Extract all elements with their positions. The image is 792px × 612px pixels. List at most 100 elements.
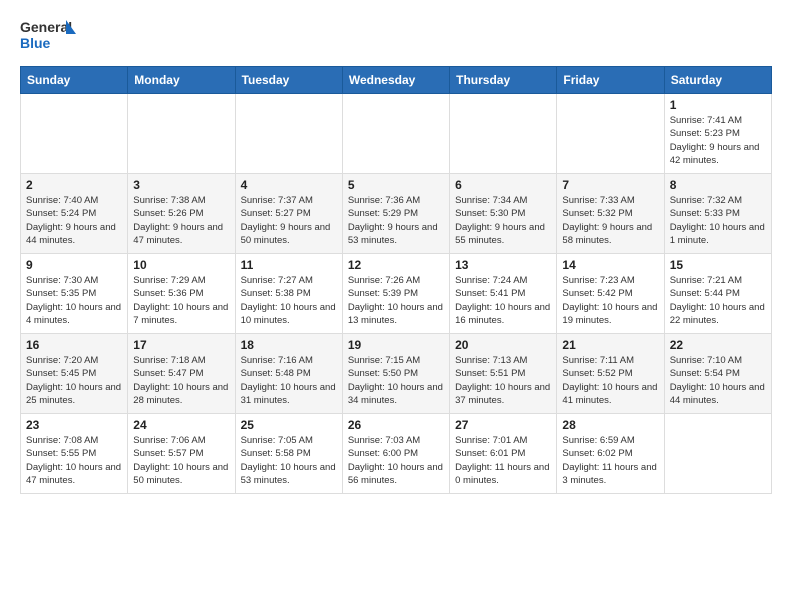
day-number: 2 — [26, 178, 122, 192]
day-info: Sunrise: 7:13 AM Sunset: 5:51 PM Dayligh… — [455, 354, 551, 407]
day-number: 27 — [455, 418, 551, 432]
day-number: 19 — [348, 338, 444, 352]
calendar-table: SundayMondayTuesdayWednesdayThursdayFrid… — [20, 66, 772, 494]
day-number: 1 — [670, 98, 766, 112]
day-number: 26 — [348, 418, 444, 432]
calendar-cell: 3 Sunrise: 7:38 AM Sunset: 5:26 PM Daylig… — [128, 174, 235, 254]
calendar-cell: 14 Sunrise: 7:23 AM Sunset: 5:42 PM Dayli… — [557, 254, 664, 334]
header-wednesday: Wednesday — [342, 67, 449, 94]
day-info: Sunrise: 7:01 AM Sunset: 6:01 PM Dayligh… — [455, 434, 551, 487]
header-friday: Friday — [557, 67, 664, 94]
calendar-cell: 12Sunrise: 7:26 AM Sunset: 5:39 PM Dayli… — [342, 254, 449, 334]
day-info: Sunrise: 7:33 AM Sunset: 5:32 PM Dayligh… — [562, 194, 658, 247]
day-number: 3 — [133, 178, 229, 192]
day-info: Sunrise: 7:30 AM Sunset: 5:35 PM Dayligh… — [26, 274, 122, 327]
calendar-cell: 4 Sunrise: 7:37 AM Sunset: 5:27 PM Daylig… — [235, 174, 342, 254]
calendar-cell: 10Sunrise: 7:29 AM Sunset: 5:36 PM Dayli… — [128, 254, 235, 334]
day-number: 20 — [455, 338, 551, 352]
calendar-cell — [21, 94, 128, 174]
day-number: 9 — [26, 258, 122, 272]
calendar-cell — [557, 94, 664, 174]
svg-text:Blue: Blue — [20, 35, 51, 51]
day-number: 17 — [133, 338, 229, 352]
calendar-cell: 17Sunrise: 7:18 AM Sunset: 5:47 PM Dayli… — [128, 334, 235, 414]
day-number: 16 — [26, 338, 122, 352]
week-row-5: 23 Sunrise: 7:08 AM Sunset: 5:55 PM Dayli… — [21, 414, 772, 494]
day-number: 15 — [670, 258, 766, 272]
day-info: Sunrise: 7:21 AM Sunset: 5:44 PM Dayligh… — [670, 274, 766, 327]
calendar-cell: 23 Sunrise: 7:08 AM Sunset: 5:55 PM Dayli… — [21, 414, 128, 494]
logo-svg: GeneralBlue — [20, 16, 80, 56]
day-info: Sunrise: 7:16 AM Sunset: 5:48 PM Dayligh… — [241, 354, 337, 407]
calendar-cell: 5 Sunrise: 7:36 AM Sunset: 5:29 PM Daylig… — [342, 174, 449, 254]
calendar-cell: 13 Sunrise: 7:24 AM Sunset: 5:41 PM Dayli… — [450, 254, 557, 334]
calendar-cell — [664, 414, 771, 494]
calendar-cell: 24 Sunrise: 7:06 AM Sunset: 5:57 PM Dayli… — [128, 414, 235, 494]
day-number: 22 — [670, 338, 766, 352]
calendar-cell: 18 Sunrise: 7:16 AM Sunset: 5:48 PM Dayli… — [235, 334, 342, 414]
header-thursday: Thursday — [450, 67, 557, 94]
calendar-cell: 8 Sunrise: 7:32 AM Sunset: 5:33 PM Daylig… — [664, 174, 771, 254]
day-number: 5 — [348, 178, 444, 192]
day-info: Sunrise: 7:34 AM Sunset: 5:30 PM Dayligh… — [455, 194, 551, 247]
calendar-cell — [235, 94, 342, 174]
week-row-1: 1 Sunrise: 7:41 AM Sunset: 5:23 PM Daylig… — [21, 94, 772, 174]
calendar-cell: 6 Sunrise: 7:34 AM Sunset: 5:30 PM Daylig… — [450, 174, 557, 254]
day-info: Sunrise: 6:59 AM Sunset: 6:02 PM Dayligh… — [562, 434, 658, 487]
day-info: Sunrise: 7:10 AM Sunset: 5:54 PM Dayligh… — [670, 354, 766, 407]
day-info: Sunrise: 7:41 AM Sunset: 5:23 PM Dayligh… — [670, 114, 766, 167]
calendar-body: 1 Sunrise: 7:41 AM Sunset: 5:23 PM Daylig… — [21, 94, 772, 494]
day-number: 24 — [133, 418, 229, 432]
calendar-cell: 2 Sunrise: 7:40 AM Sunset: 5:24 PM Daylig… — [21, 174, 128, 254]
day-number: 13 — [455, 258, 551, 272]
day-number: 6 — [455, 178, 551, 192]
calendar-cell: 28 Sunrise: 6:59 AM Sunset: 6:02 PM Dayli… — [557, 414, 664, 494]
day-info: Sunrise: 7:05 AM Sunset: 5:58 PM Dayligh… — [241, 434, 337, 487]
day-number: 28 — [562, 418, 658, 432]
week-row-3: 9 Sunrise: 7:30 AM Sunset: 5:35 PM Daylig… — [21, 254, 772, 334]
week-row-4: 16Sunrise: 7:20 AM Sunset: 5:45 PM Dayli… — [21, 334, 772, 414]
calendar-cell — [342, 94, 449, 174]
day-info: Sunrise: 7:36 AM Sunset: 5:29 PM Dayligh… — [348, 194, 444, 247]
day-number: 4 — [241, 178, 337, 192]
day-info: Sunrise: 7:23 AM Sunset: 5:42 PM Dayligh… — [562, 274, 658, 327]
header: GeneralBlue — [20, 16, 772, 56]
day-info: Sunrise: 7:38 AM Sunset: 5:26 PM Dayligh… — [133, 194, 229, 247]
calendar-cell: 7Sunrise: 7:33 AM Sunset: 5:32 PM Daylig… — [557, 174, 664, 254]
calendar-cell: 1 Sunrise: 7:41 AM Sunset: 5:23 PM Daylig… — [664, 94, 771, 174]
day-info: Sunrise: 7:06 AM Sunset: 5:57 PM Dayligh… — [133, 434, 229, 487]
day-number: 14 — [562, 258, 658, 272]
day-number: 23 — [26, 418, 122, 432]
header-tuesday: Tuesday — [235, 67, 342, 94]
calendar-cell: 16Sunrise: 7:20 AM Sunset: 5:45 PM Dayli… — [21, 334, 128, 414]
calendar-cell: 19Sunrise: 7:15 AM Sunset: 5:50 PM Dayli… — [342, 334, 449, 414]
header-monday: Monday — [128, 67, 235, 94]
day-info: Sunrise: 7:29 AM Sunset: 5:36 PM Dayligh… — [133, 274, 229, 327]
day-info: Sunrise: 7:37 AM Sunset: 5:27 PM Dayligh… — [241, 194, 337, 247]
day-info: Sunrise: 7:03 AM Sunset: 6:00 PM Dayligh… — [348, 434, 444, 487]
day-number: 25 — [241, 418, 337, 432]
header-sunday: Sunday — [21, 67, 128, 94]
calendar-cell: 21Sunrise: 7:11 AM Sunset: 5:52 PM Dayli… — [557, 334, 664, 414]
day-info: Sunrise: 7:26 AM Sunset: 5:39 PM Dayligh… — [348, 274, 444, 327]
calendar-cell: 20 Sunrise: 7:13 AM Sunset: 5:51 PM Dayli… — [450, 334, 557, 414]
calendar-cell: 25 Sunrise: 7:05 AM Sunset: 5:58 PM Dayli… — [235, 414, 342, 494]
week-row-2: 2 Sunrise: 7:40 AM Sunset: 5:24 PM Daylig… — [21, 174, 772, 254]
calendar-cell — [128, 94, 235, 174]
day-number: 18 — [241, 338, 337, 352]
calendar-cell: 22 Sunrise: 7:10 AM Sunset: 5:54 PM Dayli… — [664, 334, 771, 414]
day-info: Sunrise: 7:32 AM Sunset: 5:33 PM Dayligh… — [670, 194, 766, 247]
day-info: Sunrise: 7:24 AM Sunset: 5:41 PM Dayligh… — [455, 274, 551, 327]
day-number: 8 — [670, 178, 766, 192]
day-number: 11 — [241, 258, 337, 272]
calendar-cell: 27 Sunrise: 7:01 AM Sunset: 6:01 PM Dayli… — [450, 414, 557, 494]
calendar-cell: 9 Sunrise: 7:30 AM Sunset: 5:35 PM Daylig… — [21, 254, 128, 334]
day-info: Sunrise: 7:27 AM Sunset: 5:38 PM Dayligh… — [241, 274, 337, 327]
header-saturday: Saturday — [664, 67, 771, 94]
calendar-cell: 15 Sunrise: 7:21 AM Sunset: 5:44 PM Dayli… — [664, 254, 771, 334]
header-row: SundayMondayTuesdayWednesdayThursdayFrid… — [21, 67, 772, 94]
calendar-cell: 11 Sunrise: 7:27 AM Sunset: 5:38 PM Dayli… — [235, 254, 342, 334]
day-info: Sunrise: 7:08 AM Sunset: 5:55 PM Dayligh… — [26, 434, 122, 487]
day-info: Sunrise: 7:40 AM Sunset: 5:24 PM Dayligh… — [26, 194, 122, 247]
calendar-cell: 26 Sunrise: 7:03 AM Sunset: 6:00 PM Dayli… — [342, 414, 449, 494]
